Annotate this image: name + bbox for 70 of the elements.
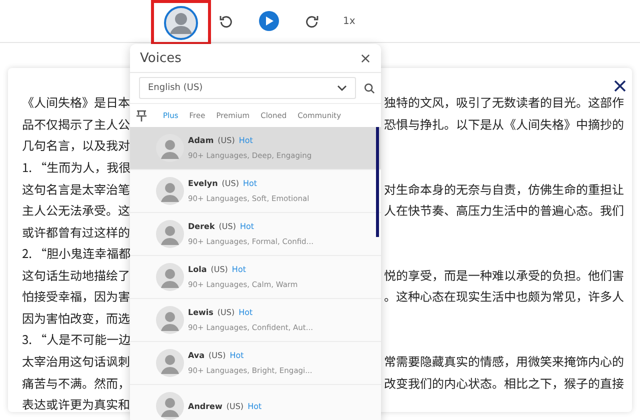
hot-label: Hot (242, 179, 257, 188)
voice-name: Lola (188, 265, 207, 274)
pin-icon (136, 110, 147, 122)
avatar-icon (156, 349, 184, 377)
voice-name: Lewis (188, 308, 214, 317)
article-text: 常需要隐藏真实的情感，用微笑来掩饰内心的 (384, 353, 624, 370)
voice-region: (US) (218, 222, 236, 231)
article-text: 。这种心态在现实生活中也颇为常见，许多人 (384, 288, 624, 306)
hot-label: Hot (248, 402, 262, 410)
article-text: 品不仅揭示了主人公 (22, 116, 130, 133)
hot-label: Hot (238, 136, 253, 145)
voice-region: (US) (210, 265, 228, 274)
panel-title: Voices (140, 50, 182, 66)
article-text: 这句名言是太宰治笔 (22, 180, 130, 198)
search-icon (364, 82, 375, 94)
voice-region: (US) (218, 136, 235, 145)
article-text: 痛苦与不满。然而， (22, 374, 130, 392)
avatar-icon (164, 6, 198, 40)
hot-label: Hot (232, 265, 246, 274)
avatar-icon (156, 134, 184, 162)
voice-name: Andrew (188, 402, 222, 410)
article-text: 怕接受幸福，因为害 (22, 288, 130, 306)
search-button[interactable] (364, 82, 375, 94)
article-text: 《人间失格》是日本 (22, 94, 130, 112)
pin-button[interactable] (136, 110, 147, 122)
hot-label: Hot (240, 222, 254, 231)
article-text: 2. “胆小鬼连幸福都 (22, 245, 131, 262)
voice-item[interactable]: Andrew (US) Hot (130, 385, 381, 420)
article-text: 独特的文风，吸引了无数读者的目光。这部作 (384, 94, 624, 112)
article-text: 改变我们的内心状态。相比之下，猴子的直接 (384, 374, 624, 392)
article-text: 表达或许更为真实和 (22, 396, 130, 414)
speed-button[interactable]: 1x (341, 14, 358, 28)
close-icon (614, 80, 626, 92)
article-text: 悦的享受，而是一种难以承受的负担。他们害 (384, 266, 624, 284)
article-text: 因为害怕改变，而选 (22, 310, 130, 327)
scrollbar-thumb[interactable] (376, 127, 379, 237)
article-text: 1. “生而为人，我很 (22, 158, 131, 176)
close-button[interactable] (614, 80, 626, 92)
article-text: 恐惧与挣扎。以下是从《人间失格》中摘抄的 (384, 116, 624, 133)
language-dropdown[interactable]: English (US) (139, 77, 356, 99)
voice-name: Adam (188, 136, 214, 145)
forward-icon (305, 14, 319, 28)
voice-region: (US) (208, 351, 226, 360)
hot-label: Hot (230, 351, 244, 360)
avatar-icon (156, 220, 184, 248)
chevron-down-icon (337, 85, 347, 91)
avatar-icon (156, 177, 184, 205)
hot-label: Hot (238, 308, 253, 317)
article-text: 人在快节奏、高压力生活中的普遍心态。我们 (384, 202, 624, 220)
article-text: 或许都曾有过这样的 (22, 224, 130, 241)
play-icon (264, 16, 274, 26)
article-text: 主人公无法承受。这 (22, 202, 130, 220)
voice-name: Derek (188, 222, 215, 231)
voice-region: (US) (226, 402, 244, 410)
article-text: 这句话生动地描绘了 (22, 266, 130, 284)
avatar-icon (156, 263, 184, 291)
article-text: 太宰治用这句话讽刺 (22, 353, 130, 370)
voice-name: Ava (188, 351, 205, 360)
article-text: 对生命本身的无奈与自责，仿佛生命的重担让 (384, 180, 624, 198)
voice-region: (US) (217, 308, 235, 317)
close-button[interactable] (359, 52, 372, 64)
avatar-icon (156, 306, 184, 334)
close-icon (361, 54, 370, 62)
play-button[interactable] (259, 11, 279, 31)
article-text: 3. “人是不可能一边 (22, 331, 131, 348)
voice-name: Evelyn (188, 179, 218, 188)
avatar-icon (156, 392, 184, 420)
voice-region: (US) (222, 179, 239, 188)
rewind-icon (219, 14, 233, 28)
article-text: 几句名言，以及我对 (22, 137, 130, 154)
